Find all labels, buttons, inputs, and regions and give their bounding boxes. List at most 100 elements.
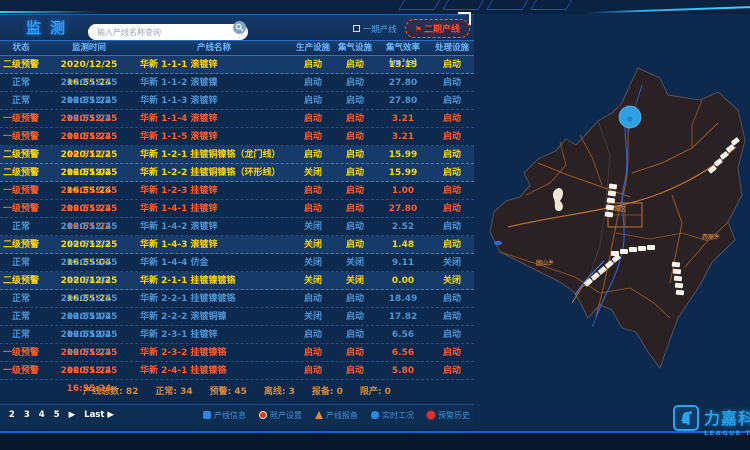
search-input[interactable] [88,24,248,40]
treatment-state: 启动 [430,362,474,379]
pagination: 12345▶Last ▶ [0,410,114,420]
legend-item[interactable]: 预警历史 [427,410,470,421]
table-row[interactable]: 一级预警 2020/12/25 16:55:24 华新 1-1-5 滚镀锌 启动… [0,128,474,146]
table-row[interactable]: 二级预警 2020/12/25 16:55:24 华新 1-1-1 滚镀锌 启动… [0,56,474,74]
summary-item: 限产: 0 [360,383,391,401]
line-name: 华新 1-2-1 挂镀铜镍铬（龙门线） [136,146,292,163]
summary-bar: 产线总数: 82正常: 34预警: 45离线: 3报备: 0限产: 0 [0,383,474,401]
table-row[interactable]: 正常 2020/12/25 16:55:24 华新 1-1-3 滚镀锌 启动 启… [0,92,474,110]
gas-state: 启动 [334,344,376,361]
line-name: 华新 1-4-3 滚镀锌 [136,236,292,253]
monitor-time: 2020/12/25 16:55:24 [42,200,136,217]
summary-item: 产线总数: 82 [83,383,138,401]
table-row[interactable]: 正常 2020/12/25 16:55:04 华新 2-2-2 滚镀铜镍 关闭 … [0,308,474,326]
col-treatment: 处理设施 [430,41,474,55]
map-label-city: 城区 [614,205,626,213]
gas-efficiency: 6.56 [376,326,430,343]
legend-label: 产线报备 [326,410,358,421]
gas-efficiency: 15.99 [376,164,430,181]
table-row[interactable]: 正常 2020/12/25 16:55:24 华新 1-4-2 滚镀锌 关闭 启… [0,218,474,236]
table-row[interactable]: 一级预警 2020/12/25 16:55:24 华新 1-2-3 挂镀锌 启动… [0,182,474,200]
gas-state: 启动 [334,236,376,253]
brand-logo: 力嘉科技 LEAGUE TECH [673,405,750,437]
status-badge: 二级预警 [0,56,42,73]
legend-item[interactable]: 产线信息 [203,410,246,421]
monitor-time: 2020/12/25 16:55:24 [42,92,136,109]
legend-item[interactable]: 实时工况 [371,410,414,421]
gas-efficiency: 6.56 [376,344,430,361]
monitor-time: 2020/12/25 16:55:04 [42,308,136,325]
treatment-state: 启动 [430,344,474,361]
search-icon[interactable] [233,21,246,34]
summary-item: 离线: 3 [264,383,295,401]
logo-face-icon [673,405,699,431]
gas-state: 启动 [334,200,376,217]
status-badge: 二级预警 [0,164,42,181]
production-state: 启动 [292,92,334,109]
table-row[interactable]: 一级预警 2020/12/25 16:55:24 华新 1-1-4 滚镀锌 启动… [0,110,474,128]
gas-efficiency: 5.80 [376,362,430,379]
gas-efficiency: 1.48 [376,236,430,253]
checkbox-icon [353,25,360,32]
table-row[interactable]: 二级预警 2020/12/25 16:55:04 华新 1-4-3 滚镀锌 关闭… [0,236,474,254]
monitor-time: 2020/12/25 16:55:04 [42,236,136,253]
treatment-state: 关闭 [430,272,474,289]
table-row[interactable]: 一级预警 2020/12/25 16:55:24 华新 1-4-1 挂镀锌 启动… [0,200,474,218]
line-name: 华新 1-4-4 仿金 [136,254,292,271]
page-button[interactable]: 4 [39,410,45,420]
treatment-state: 启动 [430,326,474,343]
header-bar: 监测 一期产线 ⚑二期产线 [0,14,474,41]
col-time: 监测时间 [42,41,136,55]
legend-item[interactable]: 产线报备 [315,410,358,421]
table-row[interactable]: 正常 2020/12/25 16:54:44 华新 1-4-4 仿金 关闭 关闭… [0,254,474,272]
table-row[interactable]: 正常 2020/12/25 16:55:04 华新 2-2-1 挂镀镍镀铬 启动… [0,290,474,308]
line-name: 华新 1-1-3 滚镀锌 [136,92,292,109]
legend-icon [203,411,211,419]
table-row[interactable]: 一级预警 2020/12/25 16:55:24 华新 2-4-1 挂镀镍铬 启… [0,362,474,380]
monitor-time: 2020/12/25 16:55:24 [42,164,136,181]
summary-item: 预警: 45 [210,383,247,401]
production-state: 关闭 [292,308,334,325]
treatment-state: 启动 [430,164,474,181]
page-button[interactable]: 5 [54,410,60,420]
table-row[interactable]: 二级预警 2020/12/25 16:55:24 华新 1-2-2 挂镀铜镍铬（… [0,164,474,182]
region-map[interactable]: 城区 园山乡 西丽乡 [480,55,750,405]
table-row[interactable]: 二级预警 2020/12/25 16:55:04 华新 1-2-1 挂镀铜镍铬（… [0,146,474,164]
page-button[interactable]: Last ▶ [84,410,114,420]
summary-item: 正常: 34 [155,383,192,401]
gas-efficiency: 2.52 [376,218,430,235]
monitor-time: 2020/12/25 16:55:24 [42,74,136,91]
gas-efficiency: 18.49 [376,290,430,307]
gas-state: 启动 [334,326,376,343]
production-state: 启动 [292,326,334,343]
table-row[interactable]: 一级预警 2020/12/25 16:55:24 华新 2-3-2 挂镀镍铬 启… [0,344,474,362]
line-name: 华新 1-4-2 滚镀锌 [136,218,292,235]
map-label-xili: 西丽乡 [702,233,720,241]
table-row[interactable]: 二级预警 2020/12/25 16:55:24 华新 2-1-1 挂镀镍镀铬 … [0,272,474,290]
treatment-state: 启动 [430,146,474,163]
gas-state: 启动 [334,290,376,307]
page-button[interactable]: 2 [9,410,15,420]
production-state: 关闭 [292,254,334,271]
gas-state: 启动 [334,56,376,73]
phase2-button[interactable]: ⚑二期产线 [405,19,470,38]
table-row[interactable]: 正常 2020/12/25 16:55:24 华新 1-1-2 滚镀镍 启动 启… [0,74,474,92]
phase1-checkbox[interactable]: 一期产线 [353,23,397,35]
monitor-time: 2020/12/25 16:55:24 [42,218,136,235]
gas-state: 启动 [334,92,376,109]
legend-label: 预警历史 [438,410,470,421]
line-name: 华新 2-4-1 挂镀镍铬 [136,362,292,379]
gas-state: 关闭 [334,254,376,271]
treatment-state: 启动 [430,92,474,109]
legend-item[interactable]: 限产设置 [259,410,302,421]
page-button[interactable]: 3 [24,410,30,420]
line-name: 华新 2-1-1 挂镀镍镀铬 [136,272,292,289]
decor-shape [530,0,574,10]
blue-alert-marker[interactable] [619,106,641,128]
table-row[interactable]: 正常 2020/12/25 16:55:24 华新 2-3-1 挂镀锌 启动 启… [0,326,474,344]
production-state: 关闭 [292,272,334,289]
line-name: 华新 2-2-1 挂镀镍镀铬 [136,290,292,307]
page-button[interactable]: ▶ [69,410,76,420]
gas-efficiency: 27.80 [376,200,430,217]
production-state: 关闭 [292,218,334,235]
